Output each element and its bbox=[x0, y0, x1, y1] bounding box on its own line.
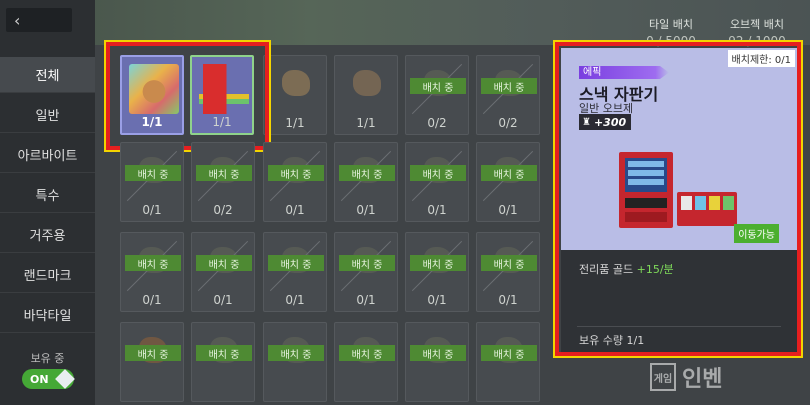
placed-badge: 배치 중 bbox=[268, 345, 324, 361]
placed-badge: 배치 중 bbox=[339, 345, 395, 361]
item-count: 0/1 bbox=[427, 203, 447, 217]
item-silhouette-icon bbox=[282, 70, 310, 96]
item-tile[interactable]: 배치 중 0/1 bbox=[120, 232, 184, 312]
category-all[interactable]: 전체 bbox=[0, 57, 95, 93]
item-count: 0/1 bbox=[356, 293, 376, 307]
item-tile[interactable]: 배치 중 bbox=[191, 322, 255, 402]
item-tile[interactable]: 배치 중 bbox=[334, 322, 398, 402]
item-tile[interactable]: 1/1 bbox=[263, 55, 327, 135]
item-count: 1/1 bbox=[285, 116, 305, 130]
item-tile[interactable]: 배치 중 0/1 bbox=[334, 232, 398, 312]
object-placement-label: 오브젝 배치 bbox=[729, 18, 785, 31]
item-tile[interactable]: 배치 중 0/2 bbox=[191, 142, 255, 222]
item-count: 0/1 bbox=[142, 203, 162, 217]
item-tile[interactable]: 배치 중 0/2 bbox=[476, 55, 540, 135]
item-count: 0/1 bbox=[498, 293, 518, 307]
item-tile[interactable]: 배치 중 bbox=[120, 322, 184, 402]
placed-badge: 배치 중 bbox=[410, 255, 466, 271]
placed-badge: 배치 중 bbox=[196, 345, 252, 361]
placed-badge: 배치 중 bbox=[339, 255, 395, 271]
placed-badge: 배치 중 bbox=[481, 345, 537, 361]
tile-placement-label: 타일 배치 bbox=[649, 18, 693, 31]
item-count: 1/1 bbox=[356, 116, 376, 130]
category-general[interactable]: 일반 bbox=[0, 97, 95, 133]
item-tile[interactable]: 배치 중 0/1 bbox=[405, 142, 469, 222]
item-count: 0/2 bbox=[213, 203, 233, 217]
item-count: 0/1 bbox=[356, 203, 376, 217]
item-count: 0/1 bbox=[427, 293, 447, 307]
item-tile[interactable]: 1/1 bbox=[334, 55, 398, 135]
category-floor-tile[interactable]: 바닥타일 bbox=[0, 297, 95, 333]
item-tile[interactable]: 배치 중 0/2 bbox=[405, 55, 469, 135]
placed-badge: 배치 중 bbox=[268, 165, 324, 181]
placed-badge: 배치 중 bbox=[268, 255, 324, 271]
item-tile[interactable]: 배치 중 bbox=[476, 322, 540, 402]
placed-badge: 배치 중 bbox=[339, 165, 395, 181]
item-tile[interactable]: 배치 중 0/1 bbox=[191, 232, 255, 312]
watermark: 게임 인벤 bbox=[650, 352, 805, 402]
placed-badge: 배치 중 bbox=[196, 255, 252, 271]
placed-badge: 배치 중 bbox=[481, 165, 537, 181]
placed-badge: 배치 중 bbox=[410, 345, 466, 361]
placed-badge: 배치 중 bbox=[410, 165, 466, 181]
placed-badge: 배치 중 bbox=[196, 165, 252, 181]
category-sidebar: ‹ 전체 일반 아르바이트 특수 거주용 랜드마크 바닥타일 보유 중 ON bbox=[0, 0, 95, 405]
detail-highlight-box bbox=[553, 40, 803, 358]
category-parttime[interactable]: 아르바이트 bbox=[0, 137, 95, 173]
item-tile[interactable]: 배치 중 0/1 bbox=[476, 142, 540, 222]
category-landmark[interactable]: 랜드마크 bbox=[0, 257, 95, 293]
item-count: 0/2 bbox=[498, 116, 518, 130]
item-tile[interactable]: 배치 중 0/1 bbox=[263, 232, 327, 312]
selection-highlight-box bbox=[104, 40, 271, 152]
item-tile[interactable]: 배치 중 0/1 bbox=[120, 142, 184, 222]
item-count: 0/1 bbox=[285, 293, 305, 307]
placed-badge: 배치 중 bbox=[125, 345, 181, 361]
item-tile[interactable]: 배치 중 0/1 bbox=[334, 142, 398, 222]
placed-badge: 배치 중 bbox=[481, 78, 537, 94]
item-tile[interactable]: 배치 중 0/1 bbox=[476, 232, 540, 312]
toggle-state-text: ON bbox=[30, 372, 49, 386]
toggle-knob-icon bbox=[55, 369, 75, 389]
placed-badge: 배치 중 bbox=[481, 255, 537, 271]
owned-filter-toggle[interactable]: ON bbox=[22, 369, 75, 389]
owned-filter-label: 보유 중 bbox=[30, 352, 65, 365]
item-tile[interactable]: 배치 중 bbox=[263, 322, 327, 402]
watermark-text: 인벤 bbox=[682, 367, 723, 392]
item-tile[interactable]: 배치 중 0/1 bbox=[405, 232, 469, 312]
placed-badge: 배치 중 bbox=[125, 165, 181, 181]
item-count: 0/1 bbox=[213, 293, 233, 307]
item-tile[interactable]: 배치 중 0/1 bbox=[263, 142, 327, 222]
item-silhouette-icon bbox=[353, 70, 381, 96]
back-button[interactable]: ‹ bbox=[6, 8, 72, 32]
placed-badge: 배치 중 bbox=[125, 255, 181, 271]
category-residential[interactable]: 거주용 bbox=[0, 217, 95, 253]
back-arrow-icon: ‹ bbox=[14, 10, 21, 30]
item-count: 0/1 bbox=[285, 203, 305, 217]
placed-badge: 배치 중 bbox=[410, 78, 466, 94]
item-count: 0/1 bbox=[142, 293, 162, 307]
watermark-logo: 게임 bbox=[650, 363, 676, 391]
category-special[interactable]: 특수 bbox=[0, 177, 95, 213]
item-count: 0/2 bbox=[427, 116, 447, 130]
item-tile[interactable]: 배치 중 bbox=[405, 322, 469, 402]
item-count: 0/1 bbox=[498, 203, 518, 217]
